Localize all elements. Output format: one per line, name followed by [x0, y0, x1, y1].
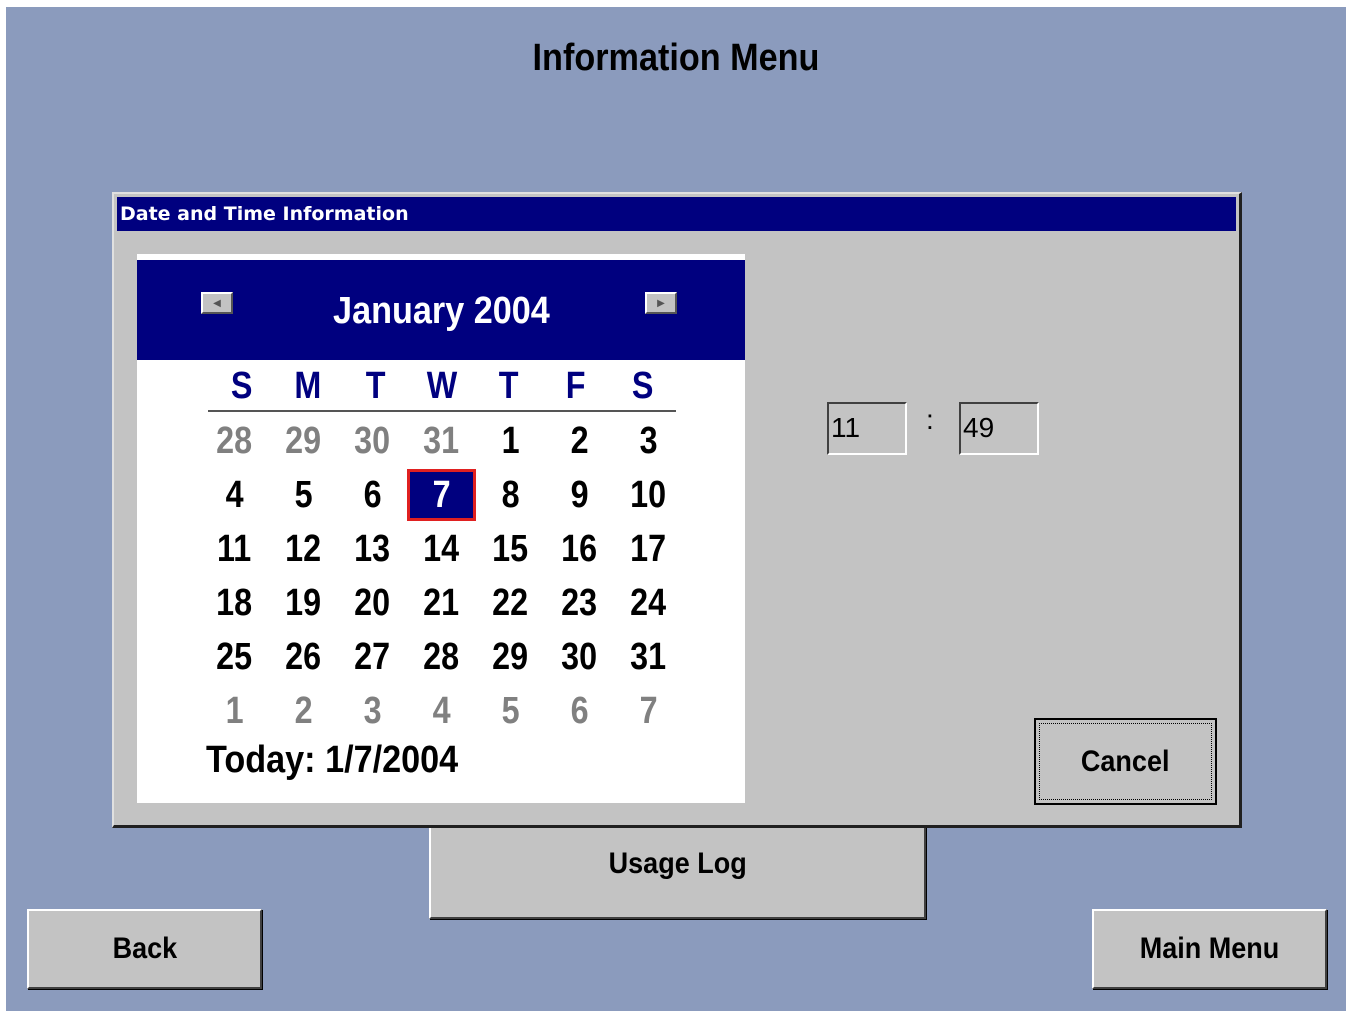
calendar-day[interactable]: 1: [476, 414, 545, 468]
time-separator: :: [926, 404, 934, 435]
calendar-week-row: 1234567: [200, 684, 683, 738]
calendar-day[interactable]: 30: [338, 414, 407, 468]
calendar-day[interactable]: 28: [200, 414, 269, 468]
usage-log-button[interactable]: Usage Log: [429, 825, 926, 919]
calendar-day[interactable]: 3: [338, 684, 407, 738]
calendar-day[interactable]: 25: [200, 630, 269, 684]
calendar-day[interactable]: 3: [614, 414, 683, 468]
calendar-day[interactable]: 15: [476, 522, 545, 576]
weekday-label: S: [230, 365, 253, 407]
minute-field[interactable]: 49: [959, 402, 1039, 455]
calendar-day[interactable]: 6: [545, 684, 614, 738]
calendar-day[interactable]: 11: [200, 522, 269, 576]
calendar-day[interactable]: 4: [200, 468, 269, 522]
calendar-day[interactable]: 13: [338, 522, 407, 576]
weekday-label: T: [498, 365, 519, 407]
weekday-label: M: [294, 365, 322, 407]
right-arrow-icon: ▶: [657, 297, 665, 309]
next-month-button[interactable]: ▶: [645, 292, 677, 314]
calendar-day[interactable]: 29: [269, 414, 338, 468]
screen: Information Menu Usage Log Date and Time…: [6, 7, 1346, 1011]
calendar-day[interactable]: 1: [200, 684, 269, 738]
hour-field[interactable]: 11: [827, 402, 907, 455]
calendar-day[interactable]: 10: [614, 468, 683, 522]
calendar-day[interactable]: 6: [338, 468, 407, 522]
cancel-label: Cancel: [1081, 744, 1170, 778]
calendar-day[interactable]: 4: [407, 684, 476, 738]
calendar-day[interactable]: 9: [545, 468, 614, 522]
calendar-week-row: 28 29 30 31 1 2 3: [200, 414, 683, 468]
calendar-week-row: 18 19 20 21 22 23 24: [200, 576, 683, 630]
calendar-day[interactable]: 17: [614, 522, 683, 576]
calendar-day[interactable]: 26: [269, 630, 338, 684]
calendar-week-row: 25 26 27 28 29 30 31: [200, 630, 683, 684]
weekday-label: F: [565, 365, 586, 407]
main-menu-button[interactable]: Main Menu: [1092, 909, 1327, 989]
calendar-day[interactable]: 19: [269, 576, 338, 630]
calendar-day[interactable]: 27: [338, 630, 407, 684]
calendar-week-row: 4 5 6 7 8 9 10: [200, 468, 683, 522]
calendar-day[interactable]: 5: [476, 684, 545, 738]
calendar-day[interactable]: 8: [476, 468, 545, 522]
page-title: Information Menu: [532, 37, 820, 79]
calendar-week-row: 11 12 13 14 15 16 17: [200, 522, 683, 576]
calendar: ◀ January 2004 ▶ SMTWTFS 28 29 30 31 1 2 3 4 5 6 7…: [137, 254, 745, 803]
calendar-day[interactable]: 12: [269, 522, 338, 576]
weekday-label: T: [365, 365, 386, 407]
cancel-button[interactable]: Cancel: [1034, 718, 1217, 805]
weekday-label: W: [426, 365, 458, 407]
back-label: Back: [112, 932, 177, 965]
usage-log-label: Usage Log: [608, 847, 747, 880]
calendar-day[interactable]: 31: [614, 630, 683, 684]
calendar-day[interactable]: 23: [545, 576, 614, 630]
main-menu-label: Main Menu: [1139, 932, 1280, 965]
calendar-day[interactable]: 22: [476, 576, 545, 630]
dialog-title: Date and Time Information: [117, 197, 1236, 231]
weekday-label: S: [631, 365, 654, 407]
calendar-day[interactable]: 28: [407, 630, 476, 684]
calendar-day[interactable]: 2: [545, 414, 614, 468]
date-time-dialog: Date and Time Information ◀ January 2004…: [112, 192, 1242, 828]
calendar-day[interactable]: 24: [614, 576, 683, 630]
back-button[interactable]: Back: [27, 909, 262, 989]
calendar-day[interactable]: 16: [545, 522, 614, 576]
calendar-day[interactable]: 30: [545, 630, 614, 684]
calendar-day[interactable]: 20: [338, 576, 407, 630]
calendar-day[interactable]: 29: [476, 630, 545, 684]
calendar-header: ◀ January 2004 ▶: [137, 260, 745, 360]
calendar-day[interactable]: 18: [200, 576, 269, 630]
calendar-day-selected[interactable]: 7: [407, 469, 476, 521]
calendar-day[interactable]: 21: [407, 576, 476, 630]
calendar-day[interactable]: 31: [407, 414, 476, 468]
calendar-grid: 28 29 30 31 1 2 3 4 5 6 7 8 9 10 11 12 13 14 15 16 17 18 19 20 2…: [200, 414, 683, 738]
calendar-day[interactable]: 7: [614, 684, 683, 738]
calendar-day[interactable]: 5: [269, 468, 338, 522]
today-label[interactable]: Today: 1/7/2004: [206, 739, 458, 782]
weekday-header: SMTWTFS: [208, 362, 676, 412]
calendar-day[interactable]: 2: [269, 684, 338, 738]
calendar-day[interactable]: 14: [407, 522, 476, 576]
